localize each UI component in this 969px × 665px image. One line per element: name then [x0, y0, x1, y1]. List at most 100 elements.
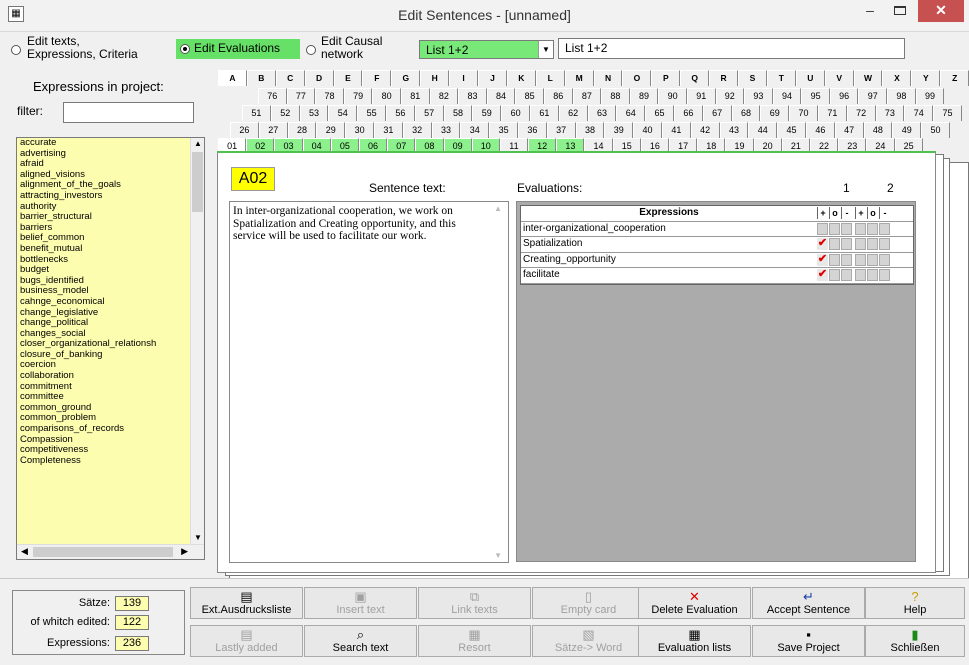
tab-98[interactable]: 98: [887, 88, 916, 104]
tab-z[interactable]: Z: [940, 70, 969, 86]
tab-76[interactable]: 76: [258, 88, 287, 104]
tab-58[interactable]: 58: [443, 105, 473, 121]
evaluation-checkbox-plus-1[interactable]: [817, 222, 828, 235]
tab-31[interactable]: 31: [373, 122, 403, 138]
tab-i[interactable]: I: [449, 70, 479, 86]
evaluation-checkbox-minus-2[interactable]: [879, 222, 890, 235]
save-project-button[interactable]: ▪ Save Project: [752, 625, 865, 657]
tab-57[interactable]: 57: [414, 105, 444, 121]
evaluation-row[interactable]: inter-organizational_cooperation: [521, 222, 913, 237]
tab-75[interactable]: 75: [933, 105, 962, 121]
expression-list-item[interactable]: budget: [20, 265, 192, 276]
vertical-scrollbar[interactable]: ▲ ▼: [190, 138, 204, 544]
tab-71[interactable]: 71: [817, 105, 847, 121]
tab-x[interactable]: X: [882, 70, 912, 86]
tab-73[interactable]: 73: [875, 105, 905, 121]
tab-p[interactable]: P: [651, 70, 681, 86]
tab-50[interactable]: 50: [921, 122, 950, 138]
expression-list-item[interactable]: closer_organizational_relationsh: [20, 339, 192, 350]
maximize-icon[interactable]: [886, 0, 914, 22]
tab-82[interactable]: 82: [429, 88, 459, 104]
evaluation-checkbox-zero-1[interactable]: [829, 238, 840, 250]
expression-list-item[interactable]: alignment_of_the_goals: [20, 180, 192, 191]
help-button[interactable]: ? Help: [865, 587, 965, 619]
evaluation-row[interactable]: facilitate ✔: [521, 268, 913, 284]
tab-33[interactable]: 33: [431, 122, 461, 138]
expression-list-item[interactable]: change_legislative: [20, 308, 192, 319]
tab-s[interactable]: S: [738, 70, 767, 86]
tab-55[interactable]: 55: [357, 105, 386, 121]
list-select[interactable]: List 1+2 ▼: [419, 40, 554, 59]
close-button[interactable]: ▮ Schließen: [865, 625, 965, 657]
tab-r[interactable]: R: [709, 70, 739, 86]
tab-54[interactable]: 54: [328, 105, 358, 121]
tab-n[interactable]: N: [593, 70, 623, 86]
tab-52[interactable]: 52: [270, 105, 300, 121]
expression-list-item[interactable]: committee: [20, 392, 192, 403]
expression-list-item[interactable]: business_model: [20, 286, 192, 297]
expression-list-item[interactable]: barrier_structural: [20, 212, 192, 223]
radio-edit-texts[interactable]: [11, 45, 21, 55]
empty-card-button[interactable]: ▯ Empty card: [532, 587, 645, 619]
tab-72[interactable]: 72: [846, 105, 876, 121]
filter-input[interactable]: [63, 102, 194, 123]
tab-f[interactable]: F: [362, 70, 392, 86]
tab-97[interactable]: 97: [858, 88, 888, 104]
expression-list-item[interactable]: authority: [20, 202, 192, 213]
tab-78[interactable]: 78: [315, 88, 344, 104]
tab-c[interactable]: C: [275, 70, 305, 86]
evaluation-checkbox-minus-2[interactable]: [879, 253, 890, 266]
tab-68[interactable]: 68: [731, 105, 761, 121]
tab-89[interactable]: 89: [629, 88, 659, 104]
tab-86[interactable]: 86: [543, 88, 573, 104]
tab-95[interactable]: 95: [801, 88, 830, 104]
tab-36[interactable]: 36: [517, 122, 547, 138]
expression-list-item[interactable]: aligned_visions: [20, 170, 192, 181]
tab-47[interactable]: 47: [834, 122, 864, 138]
tab-80[interactable]: 80: [372, 88, 401, 104]
tab-74[interactable]: 74: [904, 105, 934, 121]
check-icon[interactable]: ✔: [817, 253, 828, 266]
tab-61[interactable]: 61: [529, 105, 559, 121]
evaluation-checkbox-zero-1[interactable]: [829, 269, 840, 281]
tab-88[interactable]: 88: [601, 88, 630, 104]
tab-63[interactable]: 63: [587, 105, 617, 121]
evaluation-row[interactable]: Spatialization ✔: [521, 237, 913, 253]
tab-a[interactable]: A: [218, 70, 247, 86]
tab-67[interactable]: 67: [702, 105, 732, 121]
saetze-to-word-button[interactable]: ▧ Sätze-> Word: [532, 625, 645, 657]
insert-text-button[interactable]: ▣ Insert text: [304, 587, 417, 619]
evaluation-checkbox-zero-2[interactable]: [867, 222, 878, 235]
tab-42[interactable]: 42: [690, 122, 720, 138]
scroll-down-icon[interactable]: ▼: [191, 532, 204, 544]
expression-list-item[interactable]: attracting_investors: [20, 191, 192, 202]
tab-99[interactable]: 99: [915, 88, 945, 104]
evaluation-checkbox-zero-2[interactable]: [867, 269, 878, 281]
horizontal-scrollbar[interactable]: ◀ ▶: [17, 544, 204, 559]
tab-87[interactable]: 87: [572, 88, 602, 104]
link-texts-button[interactable]: ⧉ Link texts: [418, 587, 531, 619]
tab-94[interactable]: 94: [772, 88, 802, 104]
scroll-up-icon[interactable]: ▲: [494, 204, 502, 213]
scroll-right-icon[interactable]: ▶: [181, 546, 188, 557]
scroll-thumb-horizontal[interactable]: [33, 547, 173, 557]
tab-37[interactable]: 37: [546, 122, 576, 138]
expression-list-item[interactable]: changes_social: [20, 329, 192, 340]
tab-65[interactable]: 65: [645, 105, 674, 121]
tab-43[interactable]: 43: [719, 122, 749, 138]
evaluation-checkbox-minus-2[interactable]: [879, 269, 890, 281]
evaluation-checkbox-minus-1[interactable]: [841, 253, 852, 266]
expression-list-item[interactable]: benefit_mutual: [20, 244, 192, 255]
tab-60[interactable]: 60: [501, 105, 530, 121]
tab-70[interactable]: 70: [789, 105, 818, 121]
check-icon[interactable]: ✔: [817, 269, 828, 281]
tab-w[interactable]: W: [853, 70, 883, 86]
expression-list-item[interactable]: advertising: [20, 149, 192, 160]
tab-39[interactable]: 39: [604, 122, 634, 138]
tab-69[interactable]: 69: [760, 105, 790, 121]
tab-91[interactable]: 91: [686, 88, 716, 104]
expression-list-item[interactable]: accurate: [20, 138, 192, 149]
tab-46[interactable]: 46: [805, 122, 835, 138]
expression-list-item[interactable]: barriers: [20, 223, 192, 234]
evaluation-checkbox-minus-1[interactable]: [841, 269, 852, 281]
